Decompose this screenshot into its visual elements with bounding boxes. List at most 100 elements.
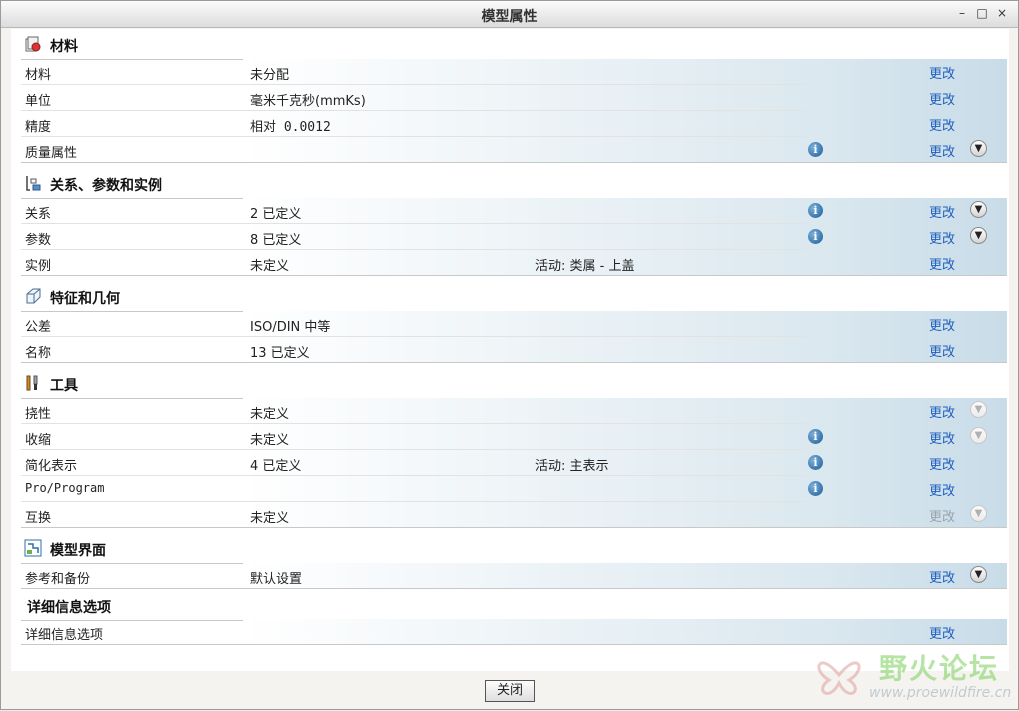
change-link-shrinkage[interactable]: 更改: [929, 428, 955, 447]
row-value: 未定义: [250, 511, 290, 526]
change-link-flexibility[interactable]: 更改: [929, 402, 955, 421]
row-mass-properties: 质量属性 i 更改 ▼: [21, 137, 1007, 163]
row-label: 挠性: [25, 407, 52, 422]
row-units: 单位 毫米千克秒(mmKs) 更改: [21, 85, 1007, 111]
row-label: 收缩: [25, 433, 52, 448]
row-value: 2 已定义: [250, 207, 302, 222]
chevron-down-icon[interactable]: ▼: [970, 140, 987, 157]
info-icon[interactable]: i: [808, 203, 823, 218]
change-link-interchange: 更改: [929, 510, 956, 525]
section-header-interface: 模型界面: [21, 535, 1007, 564]
row-label: 单位: [25, 94, 52, 109]
row-value: 毫米千克秒(mmKs): [250, 94, 366, 109]
row-label: 详细信息选项: [25, 628, 104, 643]
change-link-parameters[interactable]: 更改: [929, 228, 955, 247]
close-window-button[interactable]: ×: [994, 5, 1010, 21]
row-instances: 实例 未定义 活动: 类属 - 上盖 更改: [21, 250, 1007, 276]
close-button[interactable]: 关闭: [485, 680, 535, 702]
row-value: 未定义: [250, 433, 290, 448]
row-value: 未定义: [250, 259, 290, 274]
section-header-features: 特征和几何: [21, 283, 1007, 312]
chevron-down-icon[interactable]: ▼: [970, 566, 987, 583]
row-extra: 活动: 类属 - 上盖: [535, 259, 635, 274]
material-icon: [25, 36, 41, 52]
chevron-down-icon: ▼: [970, 401, 987, 418]
section-title-material: 材料: [50, 39, 78, 55]
row-label: 参数: [25, 233, 52, 248]
dialog-title: 模型属性: [481, 9, 538, 25]
row-detail-options: 详细信息选项 更改: [21, 619, 1007, 645]
section-title-relations: 关系、参数和实例: [50, 178, 162, 194]
chevron-down-icon: ▼: [970, 505, 987, 522]
section-header-detail: 详细信息选项: [21, 592, 1007, 621]
row-pro-program: Pro/Program i 更改: [21, 476, 1007, 502]
row-label: Pro/Program: [25, 481, 105, 495]
row-shrinkage: 收缩 未定义 i 更改 ▼: [21, 424, 1007, 450]
change-link-detail[interactable]: 更改: [929, 623, 955, 642]
section-header-tools: 工具: [21, 370, 1007, 399]
row-label: 质量属性: [25, 146, 78, 161]
row-value: ISO/DIN 中等: [250, 320, 331, 335]
section-header-relations: 关系、参数和实例: [21, 170, 1007, 199]
info-icon[interactable]: i: [808, 455, 823, 470]
section-header-material: 材料: [21, 31, 1007, 60]
row-label: 关系: [25, 207, 52, 222]
row-references: 参考和备份 默认设置 更改 ▼: [21, 563, 1007, 589]
row-material: 材料 未分配 更改: [21, 59, 1007, 85]
row-flexibility: 挠性 未定义 更改 ▼: [21, 398, 1007, 424]
change-link-mass[interactable]: 更改: [929, 141, 955, 160]
section-title-interface: 模型界面: [50, 543, 106, 559]
chevron-down-icon[interactable]: ▼: [970, 227, 987, 244]
row-value: 未分配: [250, 68, 290, 83]
change-link-references[interactable]: 更改: [929, 567, 955, 586]
row-label: 互换: [25, 511, 52, 526]
change-link-instances[interactable]: 更改: [929, 254, 955, 273]
change-link-relations[interactable]: 更改: [929, 202, 955, 221]
change-link-pro-program[interactable]: 更改: [929, 480, 955, 499]
info-icon[interactable]: i: [808, 481, 823, 496]
change-link-accuracy[interactable]: 更改: [929, 115, 955, 134]
change-link-units[interactable]: 更改: [929, 89, 955, 108]
chevron-down-icon[interactable]: ▼: [970, 201, 987, 218]
row-value: 4 已定义: [250, 459, 302, 474]
row-names: 名称 13 已定义 更改: [21, 337, 1007, 363]
change-link-material[interactable]: 更改: [929, 63, 955, 82]
info-icon[interactable]: i: [808, 229, 823, 244]
tools-icon: [26, 375, 38, 391]
dialog-footer: 关闭: [1, 673, 1018, 709]
change-link-names[interactable]: 更改: [929, 341, 955, 360]
relations-icon: [26, 176, 41, 191]
row-value: 未定义: [250, 407, 290, 422]
section-title-features: 特征和几何: [50, 291, 120, 307]
row-interchange: 互换 未定义 更改 ▼: [21, 502, 1007, 528]
section-title-detail: 详细信息选项: [27, 600, 111, 616]
change-link-tolerance[interactable]: 更改: [929, 315, 955, 334]
row-extra: 活动: 主表示: [535, 459, 609, 474]
section-title-tools: 工具: [50, 378, 78, 394]
row-tolerance: 公差 ISO/DIN 中等 更改: [21, 311, 1007, 337]
properties-panel: 材料 材料 未分配 更改 单位 毫米千克秒(mmKs) 更改 精度 相对 0.0…: [11, 29, 1009, 671]
info-icon[interactable]: i: [808, 142, 823, 157]
row-value: 13 已定义: [250, 346, 310, 361]
row-label: 名称: [25, 346, 52, 361]
row-label: 材料: [25, 68, 52, 83]
model-properties-dialog: 模型属性 – □ × 材料 材料 未分配 更改 单位 毫米千克秒(mmKs) 更…: [0, 0, 1019, 710]
row-value: 相对 0.0012: [250, 120, 331, 135]
features-icon: [26, 288, 41, 304]
change-link-simplified-rep[interactable]: 更改: [929, 454, 955, 473]
maximize-button[interactable]: □: [974, 5, 990, 21]
row-value: 默认设置: [250, 572, 303, 587]
row-label: 实例: [25, 259, 52, 274]
row-label: 公差: [25, 320, 52, 335]
row-parameters: 参数 8 已定义 i 更改 ▼: [21, 224, 1007, 250]
row-simplified-rep: 简化表示 4 已定义 活动: 主表示 i 更改: [21, 450, 1007, 476]
row-value: 8 已定义: [250, 233, 302, 248]
minimize-button[interactable]: –: [954, 5, 970, 21]
title-bar[interactable]: 模型属性 – □ ×: [1, 1, 1018, 28]
row-relations: 关系 2 已定义 i 更改 ▼: [21, 198, 1007, 224]
row-label: 精度: [25, 120, 52, 135]
row-accuracy: 精度 相对 0.0012 更改: [21, 111, 1007, 137]
info-icon[interactable]: i: [808, 429, 823, 444]
chevron-down-icon: ▼: [970, 427, 987, 444]
interface-icon: [24, 539, 42, 557]
